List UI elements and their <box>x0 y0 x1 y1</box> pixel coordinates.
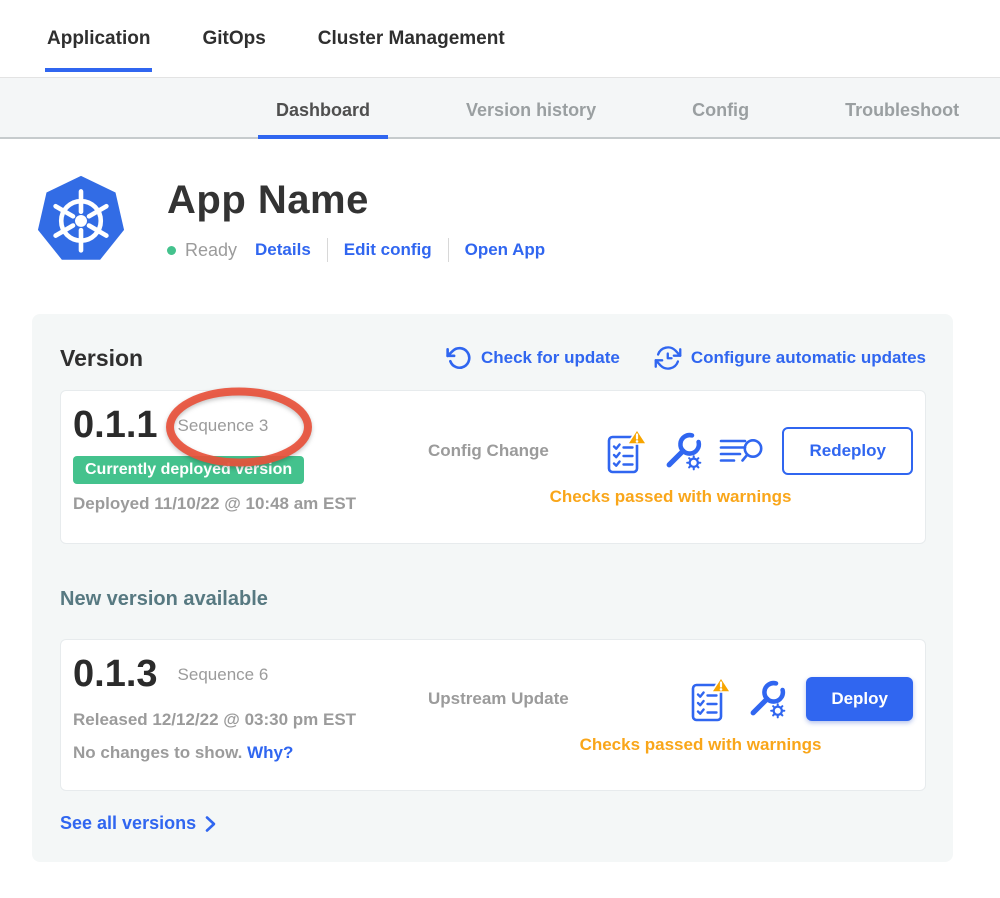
edit-config-wrench-icon[interactable] <box>663 431 704 472</box>
scheduled-update-icon <box>654 344 682 372</box>
preflight-checks-icon[interactable] <box>690 676 732 723</box>
checks-status-link[interactable]: Checks passed with warnings <box>428 735 913 755</box>
version-panel: Version Check for update <box>32 314 953 862</box>
deploy-button[interactable]: Deploy <box>806 677 913 721</box>
view-diff-icon[interactable] <box>719 434 764 469</box>
deployed-timestamp: Deployed 11/10/22 @ 10:48 am EST <box>73 494 428 514</box>
primary-nav: Application GitOps Cluster Management <box>0 0 1000 77</box>
status-dot-icon <box>167 246 176 255</box>
divider <box>327 238 328 262</box>
open-app-link[interactable]: Open App <box>465 240 546 260</box>
tab-dashboard[interactable]: Dashboard <box>258 100 388 139</box>
nav-item-cluster-management[interactable]: Cluster Management <box>316 20 507 72</box>
new-version-card: 0.1.3 Sequence 6 Released 12/12/22 @ 03:… <box>60 639 926 791</box>
no-changes-text: No changes to show. <box>73 743 242 762</box>
new-sequence-label: Sequence 6 <box>178 665 269 685</box>
released-timestamp: Released 12/12/22 @ 03:30 pm EST <box>73 710 428 730</box>
current-version-card: 0.1.1 Sequence 3 Currently deployed vers… <box>60 390 926 544</box>
refresh-icon <box>446 345 472 371</box>
configure-automatic-updates-button[interactable]: Configure automatic updates <box>654 344 926 372</box>
edit-config-wrench-icon[interactable] <box>747 679 788 720</box>
tab-troubleshoot[interactable]: Troubleshoot <box>827 100 977 139</box>
details-link[interactable]: Details <box>255 240 311 260</box>
new-version-heading: New version available <box>60 588 926 611</box>
checks-status-link[interactable]: Checks passed with warnings <box>428 487 913 507</box>
page-title: App Name <box>167 178 545 223</box>
kubernetes-logo-icon <box>35 174 127 266</box>
current-sequence-label: Sequence 3 <box>178 416 269 436</box>
version-section-title: Version <box>60 345 143 372</box>
chevron-right-icon <box>204 815 217 833</box>
nav-item-application[interactable]: Application <box>45 20 152 72</box>
divider <box>448 238 449 262</box>
version-source-label: Upstream Update <box>428 689 569 709</box>
tab-config[interactable]: Config <box>674 100 767 139</box>
app-header: App Name Ready Details Edit config Open … <box>35 174 1000 266</box>
nav-item-gitops[interactable]: GitOps <box>200 20 267 72</box>
currently-deployed-badge: Currently deployed version <box>73 456 304 484</box>
current-version-number: 0.1.1 <box>73 405 158 447</box>
status-row: Ready Details Edit config Open App <box>167 238 545 262</box>
version-source-label: Config Change <box>428 441 549 461</box>
check-for-update-button[interactable]: Check for update <box>446 344 620 372</box>
edit-config-link[interactable]: Edit config <box>344 240 432 260</box>
preflight-checks-icon[interactable] <box>606 428 648 475</box>
see-all-versions-link[interactable]: See all versions <box>60 813 217 834</box>
new-version-number: 0.1.3 <box>73 654 158 696</box>
tab-version-history[interactable]: Version history <box>448 100 614 139</box>
status-badge: Ready <box>185 240 237 261</box>
redeploy-button[interactable]: Redeploy <box>782 427 913 475</box>
why-link[interactable]: Why? <box>247 743 293 762</box>
secondary-nav: Dashboard Version history Config Trouble… <box>0 77 1000 139</box>
